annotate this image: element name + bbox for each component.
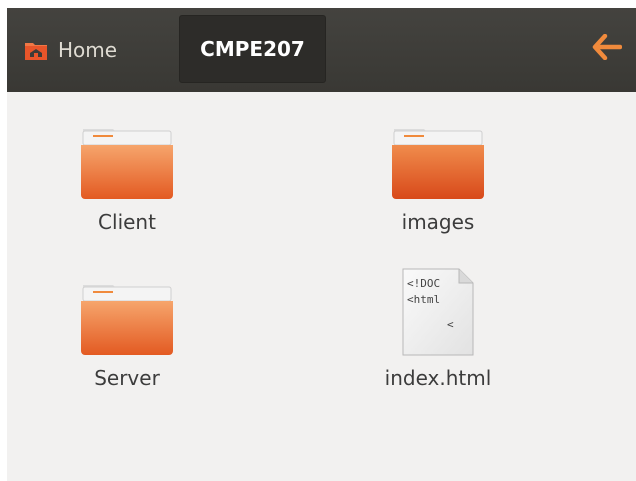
html-file-icon: <!DOC <html < [388, 268, 488, 356]
file-item-index-html[interactable]: <!DOC <html < index.html [363, 268, 513, 390]
file-preview-line: <html [407, 293, 440, 306]
toolbar: Home CMPE207 [7, 8, 636, 92]
file-grid: Client images Server <!DOC <html < index… [7, 92, 636, 481]
breadcrumb-current-label: CMPE207 [200, 37, 305, 61]
breadcrumb-home-label: Home [58, 38, 118, 62]
file-preview-line: <!DOC [407, 277, 440, 290]
folder-icon [77, 120, 177, 200]
file-name-label: index.html [384, 366, 492, 390]
folder-item-server[interactable]: Server [52, 276, 202, 390]
back-arrow-icon [592, 33, 623, 64]
breadcrumb-current-folder[interactable]: CMPE207 [179, 15, 326, 83]
file-name-label: images [401, 210, 475, 234]
folder-icon [388, 120, 488, 200]
breadcrumb-home[interactable]: Home [25, 30, 117, 70]
back-button[interactable] [589, 33, 625, 65]
folder-item-client[interactable]: Client [52, 120, 202, 234]
folder-item-images[interactable]: images [363, 120, 513, 234]
home-folder-icon [25, 41, 47, 60]
folder-icon [77, 276, 177, 356]
file-name-label: Server [94, 366, 160, 390]
file-manager-window: Home CMPE207 Client images Server <!DOC … [7, 8, 636, 481]
file-preview-line: < [447, 318, 454, 331]
file-name-label: Client [98, 210, 156, 234]
